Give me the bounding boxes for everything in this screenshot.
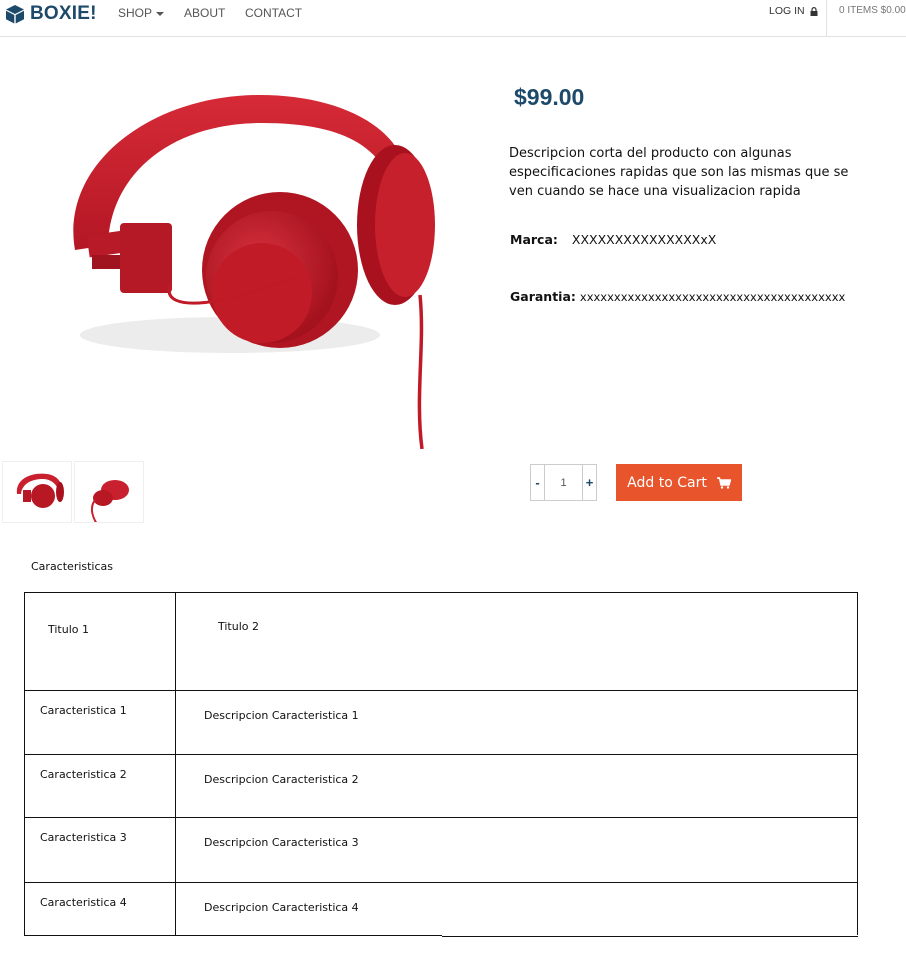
- quantity-input[interactable]: [545, 465, 582, 500]
- table-row-3-name: Caracteristica 3: [40, 831, 127, 844]
- brand-value: XXXXXXXXXXXXXXXxX: [571, 232, 717, 247]
- add-to-cart-button[interactable]: Add to Cart: [616, 464, 742, 501]
- table-border-top: [24, 592, 858, 593]
- nav-contact-link[interactable]: CONTACT: [245, 6, 302, 20]
- table-row-4-name: Caracteristica 4: [40, 896, 127, 909]
- table-row-4-description: Descripcion Caracteristica 4: [204, 901, 359, 914]
- cart-summary-link[interactable]: 0 ITEMS $0.00: [839, 5, 906, 16]
- login-link[interactable]: LOG IN: [769, 5, 818, 17]
- product-thumbnail-2[interactable]: [74, 461, 144, 523]
- warranty-label: Garantia:: [510, 289, 576, 304]
- table-row-2-description: Descripcion Caracteristica 2: [204, 773, 359, 786]
- top-navbar: BOXIE! SHOP ABOUT CONTACT LOG IN 0 ITEMS…: [0, 0, 906, 37]
- lock-icon: [810, 6, 818, 16]
- table-border-bottom: [442, 936, 858, 937]
- table-row-3-description: Descripcion Caracteristica 3: [204, 836, 359, 849]
- table-row-divider: [24, 754, 858, 755]
- add-to-cart-label: Add to Cart: [627, 474, 707, 491]
- product-main-image: [0, 55, 485, 450]
- product-brand: Marca: XXXXXXXXXXXXXXXxX: [510, 232, 716, 247]
- quantity-decrease-button[interactable]: -: [531, 465, 545, 500]
- features-heading: Caracteristicas: [31, 560, 114, 573]
- shopping-cart-icon: [716, 476, 731, 489]
- warranty-value: xxxxxxxxxxxxxxxxxxxxxxxxxxxxxxxxxxxxxxx: [579, 290, 846, 304]
- nav-shop-label: SHOP: [118, 6, 153, 20]
- features-table: Titulo 1 Titulo 2 Caracteristica 1 Descr…: [24, 592, 859, 937]
- brand-label: Marca:: [510, 232, 558, 247]
- table-row-divider: [24, 690, 858, 691]
- headphones-thumbnail-image: [16, 473, 64, 508]
- table-column-divider: [175, 592, 176, 935]
- nav-divider: [826, 0, 827, 37]
- product-thumbnail-1[interactable]: [2, 461, 72, 523]
- headphones-image: [73, 95, 435, 450]
- table-row-1-description: Descripcion Caracteristica 1: [204, 709, 359, 722]
- box-logo-icon: [6, 5, 24, 24]
- table-row-2-name: Caracteristica 2: [40, 768, 127, 781]
- table-row-divider: [24, 882, 858, 883]
- nav-shop-dropdown[interactable]: SHOP: [118, 6, 165, 20]
- product-price: $99.00: [514, 84, 585, 110]
- product-short-description: Descripcion corta del producto con algun…: [509, 146, 849, 199]
- product-warranty: Garantia: xxxxxxxxxxxxxxxxxxxxxxxxxxxxxxx…: [510, 289, 845, 304]
- brand-logo[interactable]: BOXIE!: [5, 3, 97, 25]
- table-header-cell-2: Titulo 2: [218, 620, 260, 633]
- table-border-left: [24, 592, 25, 935]
- table-row-1-name: Caracteristica 1: [40, 704, 127, 717]
- table-header-cell-1: Titulo 1: [48, 623, 90, 636]
- brand-name: BOXIE!: [30, 3, 97, 24]
- table-row-divider: [24, 817, 858, 818]
- quantity-increase-button[interactable]: +: [582, 465, 596, 500]
- table-border-bottom: [24, 935, 442, 936]
- quantity-stepper: - +: [530, 464, 597, 501]
- caret-down-icon: [156, 11, 165, 16]
- login-label: LOG IN: [769, 5, 805, 17]
- table-border-right: [857, 592, 858, 935]
- nav-about-link[interactable]: ABOUT: [184, 6, 225, 20]
- headphones-folded-thumbnail-image: [90, 480, 129, 522]
